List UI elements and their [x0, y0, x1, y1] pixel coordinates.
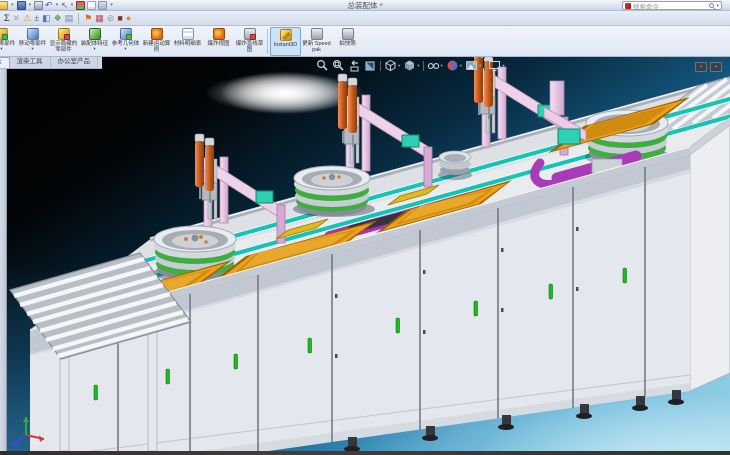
bill-of-materials-button[interactable]: 材料明细表: [172, 27, 203, 56]
photoview-icon[interactable]: ▦: [95, 13, 104, 24]
pneumatic-cylinder[interactable]: [338, 81, 347, 129]
magnifier-icon[interactable]: [709, 3, 714, 8]
exploded-view-icon: [213, 28, 225, 40]
new-motion-study-button[interactable]: 新建运动算例: [141, 27, 172, 56]
simulation-icon[interactable]: ■: [117, 13, 122, 24]
bowl-feeder-2[interactable]: [293, 166, 375, 217]
tolerance-icon[interactable]: ±: [34, 13, 39, 24]
commandmanager-tabs: 装配体 渲染工具 办公室产品: [0, 57, 102, 69]
update-speedpak-icon: [311, 28, 323, 40]
apply-scene-icon[interactable]: ▾: [465, 59, 481, 72]
move-component-icon: [27, 28, 39, 40]
update-speedpak-button[interactable]: 更新 Speedpak: [301, 27, 332, 56]
show-hidden-components-icon: [58, 28, 70, 40]
quick-access-toolbar: ▾ ▾ ↶▾ ↖▾ ▾: [0, 1, 114, 10]
new-motion-study-icon: [151, 28, 163, 40]
circle-slash-icon[interactable]: ⊘: [107, 13, 115, 24]
view-orientation-icon[interactable]: ▾: [384, 59, 400, 72]
command-manager: 插入零部件 ▾ 移动零部件 ▾ 显示隐藏的零部件 装配体特征 ▾ 参考几何体 ▾…: [0, 26, 730, 57]
take-snapshot-button[interactable]: 拍快照: [332, 27, 363, 56]
edrawings-icon[interactable]: ⚑: [84, 13, 92, 24]
show-hidden-components-button[interactable]: 显示隐藏的零部件: [48, 27, 79, 56]
title-bar: ▾ ▾ ↶▾ ↖▾ ▾ 总装配体 * 搜索命令 ▾: [0, 0, 730, 11]
motion-icon[interactable]: ●: [126, 13, 131, 24]
rebuild-icon[interactable]: [76, 1, 85, 10]
reference-geometry-button[interactable]: 参考几何体 ▾: [110, 27, 141, 56]
solidworks-window: ▾ ▾ ↶▾ ↖▾ ▾ 总装配体 * 搜索命令 ▾ Σ ✕ ⚠ ± ◧ ❖ ▤ …: [0, 0, 730, 455]
edit-appearance-icon[interactable]: ▾: [446, 59, 462, 72]
take-snapshot-icon: [342, 28, 354, 40]
reference-geometry-icon: [120, 28, 132, 40]
file-properties-icon[interactable]: [87, 1, 96, 10]
search-placeholder: 搜索命令: [633, 1, 707, 11]
machine-3d-model[interactable]: [10, 57, 730, 451]
select-cursor-icon[interactable]: ↖: [61, 1, 68, 10]
assembly-features-button[interactable]: 装配体特征 ▾: [79, 27, 110, 56]
mini-hopper[interactable]: [438, 151, 472, 180]
routing-icon[interactable]: ❖: [54, 13, 62, 24]
instant3d-button[interactable]: Instant3D: [270, 27, 301, 56]
compare-icon[interactable]: ◧: [42, 13, 51, 24]
search-box[interactable]: 搜索命令 ▾: [622, 1, 722, 10]
pane-toggle-2-button[interactable]: ▪: [710, 62, 722, 72]
interference-check-icon[interactable]: ✕: [13, 13, 21, 24]
graphics-viewport[interactable]: 装配体 渲染工具 办公室产品 ▾ ▾ ▾ ▾: [0, 57, 730, 451]
viewport-corner-buttons: ▪ ▪: [695, 62, 722, 72]
zoom-to-fit-icon[interactable]: [316, 59, 329, 72]
headsup-view-toolbar: ▾ ▾ ▾ ▾ ▾ ▾: [316, 59, 505, 72]
explode-line-sketch-icon: [244, 28, 256, 40]
options-icon[interactable]: [98, 1, 107, 10]
undo-icon[interactable]: ↶: [45, 1, 53, 10]
tab-assembly[interactable]: 装配体: [0, 57, 10, 68]
view-settings-icon[interactable]: ▾: [488, 59, 504, 72]
status-bar: [0, 451, 730, 455]
pneumatic-cylinder[interactable]: [348, 85, 357, 133]
equations-icon[interactable]: Σ: [4, 13, 10, 24]
instant3d-icon: [280, 29, 292, 41]
addin-toolbar: Σ ✕ ⚠ ± ◧ ❖ ▤ ⚑ ▦ ⊘ ■ ●: [0, 11, 730, 26]
warning-icon[interactable]: ⚠: [23, 13, 31, 24]
solidworks-logo-icon: [625, 3, 631, 9]
tab-render-tools[interactable]: 渲染工具: [10, 57, 51, 68]
assembly-features-icon: [89, 28, 101, 40]
feature-panel-edge[interactable]: [0, 69, 7, 451]
pneumatic-cylinder[interactable]: [205, 145, 214, 191]
pneumatic-cylinder[interactable]: [195, 141, 204, 187]
display-monitor-icon[interactable]: ▤: [65, 13, 74, 24]
viewport-canvas[interactable]: [0, 57, 730, 451]
display-style-icon[interactable]: ▾: [403, 59, 419, 72]
pane-toggle-1-button[interactable]: ▪: [695, 62, 707, 72]
insert-component-icon: [0, 28, 8, 40]
save-icon[interactable]: [17, 1, 26, 10]
print-icon[interactable]: [34, 1, 43, 10]
tab-office-products[interactable]: 办公室产品: [51, 57, 99, 68]
insert-component-button[interactable]: 插入零部件 ▾: [0, 27, 17, 56]
hide-show-items-icon[interactable]: ▾: [427, 59, 443, 72]
bill-of-materials-icon: [182, 28, 194, 40]
exploded-view-button[interactable]: 爆炸视图: [203, 27, 234, 56]
search-dropdown-caret[interactable]: ▾: [716, 3, 719, 9]
move-component-button[interactable]: 移动零部件 ▾: [17, 27, 48, 56]
open-document-icon[interactable]: [0, 1, 8, 10]
explode-line-sketch-button[interactable]: 爆炸直线草图: [234, 27, 265, 56]
section-view-icon[interactable]: [364, 59, 377, 72]
zoom-to-area-icon[interactable]: [332, 59, 345, 72]
previous-view-icon[interactable]: [348, 59, 361, 72]
